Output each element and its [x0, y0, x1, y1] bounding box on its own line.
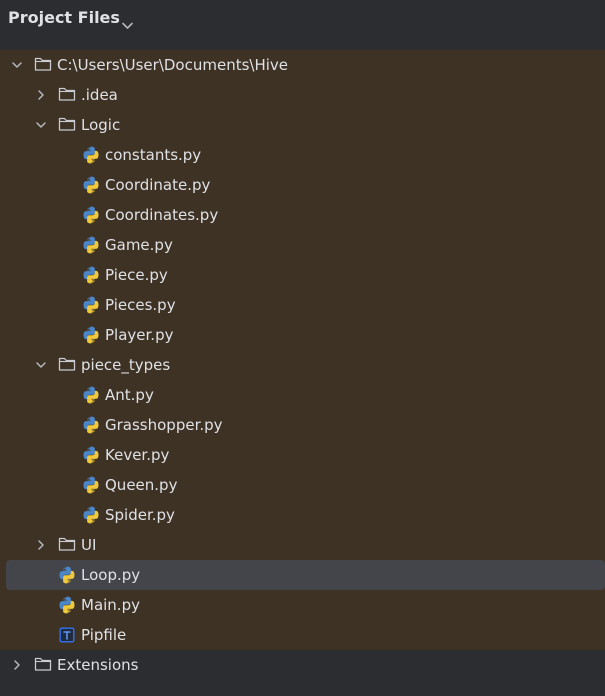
- tree-item-coordinate-py[interactable]: Coordinate.py: [0, 170, 605, 200]
- panel-header: Project Files: [0, 0, 605, 46]
- python-file-icon: [82, 470, 100, 500]
- python-file-icon: [82, 290, 100, 320]
- tree-item-spider-py[interactable]: Spider.py: [0, 500, 605, 530]
- tree-item-queen-py[interactable]: Queen.py: [0, 470, 605, 500]
- chevron-down-icon[interactable]: [10, 50, 24, 80]
- folder-icon: [34, 650, 52, 680]
- tree-item-label: Logic: [81, 116, 121, 134]
- python-file-icon: [82, 380, 100, 410]
- tree-item-label: Pipfile: [81, 626, 127, 644]
- tree-item-pieces-py[interactable]: Pieces.py: [0, 290, 605, 320]
- tree-item-main-py[interactable]: Main.py: [0, 590, 605, 620]
- tree-item-label: Main.py: [81, 596, 140, 614]
- tree-item-label: C:\Users\User\Documents\Hive: [57, 56, 289, 74]
- chevron-right-icon[interactable]: [10, 650, 24, 680]
- chevron-right-icon[interactable]: [34, 530, 48, 560]
- tree-item-loop-py[interactable]: Loop.py: [6, 560, 605, 590]
- python-file-icon: [82, 440, 100, 470]
- text-file-icon: [58, 620, 76, 650]
- tree-item-label: Queen.py: [105, 476, 178, 494]
- python-file-icon: [82, 410, 100, 440]
- tree-item-label: Kever.py: [105, 446, 170, 464]
- tree-item-label: Coordinates.py: [105, 206, 219, 224]
- tree-item-label: Extensions: [57, 656, 139, 674]
- tree-item-c-users-user-documents-hive[interactable]: C:\Users\User\Documents\Hive: [0, 50, 605, 80]
- tree-item-label: Pieces.py: [105, 296, 176, 314]
- tree-item-label: Loop.py: [81, 566, 141, 584]
- project-tree: C:\Users\User\Documents\Hive .idea Logic co…: [0, 50, 605, 650]
- tree-item-label: UI: [81, 536, 97, 554]
- folder-icon: [58, 110, 76, 140]
- tree-item-kever-py[interactable]: Kever.py: [0, 440, 605, 470]
- tree-item-game-py[interactable]: Game.py: [0, 230, 605, 260]
- folder-icon: [58, 80, 76, 110]
- tree-item-grasshopper-py[interactable]: Grasshopper.py: [0, 410, 605, 440]
- tree-item-label: piece_types: [81, 356, 171, 374]
- tree-item-coordinates-py[interactable]: Coordinates.py: [0, 200, 605, 230]
- python-file-icon: [82, 500, 100, 530]
- tree-item-extensions[interactable]: Extensions: [0, 650, 605, 680]
- tree-item-label: constants.py: [105, 146, 202, 164]
- tree-item-label: Player.py: [105, 326, 174, 344]
- python-file-icon: [82, 260, 100, 290]
- tree-item-logic[interactable]: Logic: [0, 110, 605, 140]
- python-file-icon: [82, 320, 100, 350]
- tree-item-label: Game.py: [105, 236, 173, 254]
- tree-item-player-py[interactable]: Player.py: [0, 320, 605, 350]
- tree-item-idea[interactable]: .idea: [0, 80, 605, 110]
- chevron-down-icon[interactable]: [34, 350, 48, 380]
- tree-item-label: Ant.py: [105, 386, 154, 404]
- tree-item-ant-py[interactable]: Ant.py: [0, 380, 605, 410]
- tree-item-label: Spider.py: [105, 506, 175, 524]
- project-view-selector[interactable]: Project Files: [8, 8, 120, 27]
- tree-item-piece-py[interactable]: Piece.py: [0, 260, 605, 290]
- tree-item-ui[interactable]: UI: [0, 530, 605, 560]
- python-file-icon: [58, 560, 76, 590]
- tree-item-constants-py[interactable]: constants.py: [0, 140, 605, 170]
- python-file-icon: [58, 590, 76, 620]
- chevron-right-icon[interactable]: [34, 80, 48, 110]
- tree-item-label: Piece.py: [105, 266, 168, 284]
- python-file-icon: [82, 140, 100, 170]
- external-section: Extensions: [0, 650, 605, 696]
- chevron-down-icon[interactable]: [34, 110, 48, 140]
- python-file-icon: [82, 200, 100, 230]
- tree-item-piece-types[interactable]: piece_types: [0, 350, 605, 380]
- folder-icon: [58, 350, 76, 380]
- tree-item-label: .idea: [81, 86, 118, 104]
- folder-icon: [58, 530, 76, 560]
- tree-item-label: Grasshopper.py: [105, 416, 223, 434]
- tree-item-pipfile[interactable]: Pipfile: [0, 620, 605, 650]
- folder-icon: [34, 50, 52, 80]
- tree-item-label: Coordinate.py: [105, 176, 211, 194]
- python-file-icon: [82, 230, 100, 260]
- python-file-icon: [82, 170, 100, 200]
- chevron-down-icon[interactable]: [122, 15, 133, 34]
